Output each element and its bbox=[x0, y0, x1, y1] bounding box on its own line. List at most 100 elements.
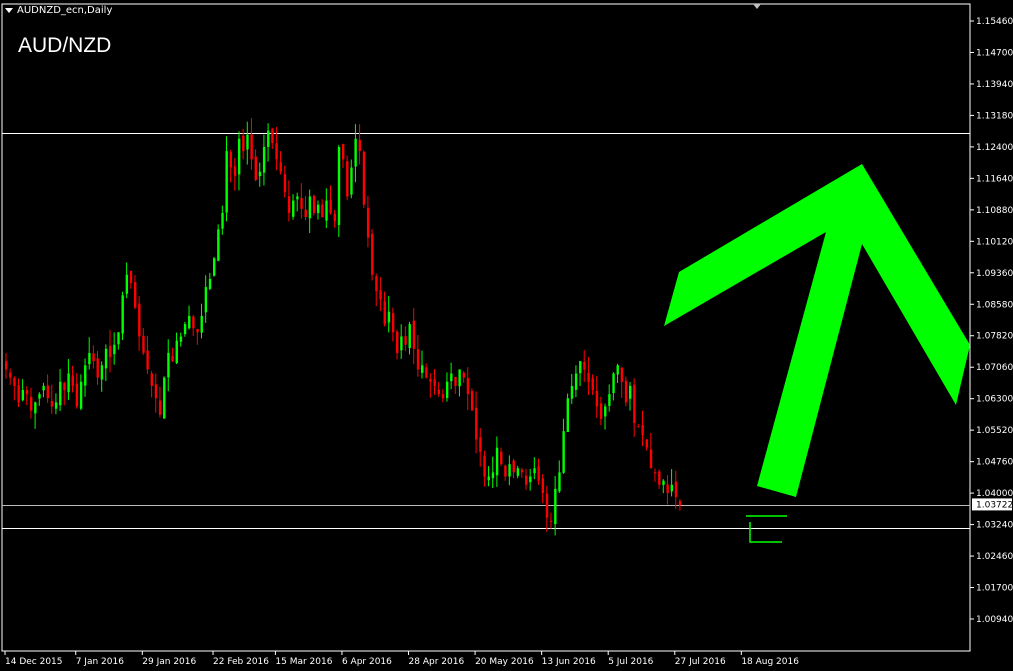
candle bbox=[387, 295, 391, 333]
candle-body bbox=[208, 278, 212, 289]
candle-body bbox=[454, 376, 457, 386]
y-tick-label: 1.14700 bbox=[976, 48, 1013, 58]
dropdown-triangle-icon[interactable] bbox=[5, 7, 13, 13]
candle-body bbox=[242, 135, 245, 152]
candle-body bbox=[321, 204, 324, 218]
candle bbox=[296, 192, 299, 212]
candle-body bbox=[437, 389, 441, 395]
candle bbox=[59, 369, 62, 412]
y-tick-label: 1.01700 bbox=[976, 584, 1013, 594]
candle bbox=[549, 512, 553, 529]
candle-body bbox=[620, 367, 624, 382]
candle bbox=[283, 165, 287, 198]
candle-body bbox=[512, 460, 515, 473]
candle-body bbox=[217, 229, 220, 261]
candle bbox=[599, 396, 603, 426]
candle-body bbox=[125, 274, 129, 294]
candle bbox=[63, 381, 66, 406]
candle bbox=[412, 308, 416, 365]
candle-body bbox=[429, 378, 432, 382]
candle bbox=[520, 467, 524, 478]
symbol-title: AUDNZD_ecn,Daily bbox=[5, 5, 112, 16]
candle bbox=[175, 332, 178, 365]
x-tick-label: 6 Apr 2016 bbox=[342, 657, 392, 667]
y-tick-label: 1.10880 bbox=[976, 206, 1013, 216]
marker-line-lower bbox=[749, 522, 782, 543]
candle-body bbox=[674, 481, 678, 498]
candle-body bbox=[54, 402, 58, 409]
candle bbox=[529, 468, 532, 491]
candle-body bbox=[333, 213, 337, 222]
candle bbox=[445, 372, 449, 402]
candle bbox=[358, 124, 361, 165]
candle bbox=[113, 332, 116, 365]
candle-body bbox=[225, 151, 228, 213]
candle-body bbox=[629, 385, 632, 399]
candle bbox=[221, 205, 224, 235]
candle bbox=[441, 389, 445, 403]
candle bbox=[88, 337, 91, 370]
candle bbox=[645, 439, 649, 451]
candle bbox=[279, 151, 282, 175]
candle-body bbox=[495, 447, 499, 476]
candle-body bbox=[84, 365, 87, 386]
candle-body bbox=[641, 425, 644, 436]
candle bbox=[117, 331, 120, 350]
y-tick-label: 1.02460 bbox=[976, 552, 1013, 562]
y-tick-label: 1.07820 bbox=[976, 332, 1013, 342]
candle bbox=[437, 381, 441, 397]
candle bbox=[591, 374, 594, 395]
candle-body bbox=[325, 200, 328, 221]
candle-body bbox=[579, 361, 582, 374]
candle-body bbox=[104, 348, 108, 369]
candle bbox=[624, 376, 628, 407]
candle-body bbox=[5, 361, 8, 370]
candle bbox=[54, 393, 58, 415]
candle bbox=[287, 180, 291, 222]
candle-body bbox=[154, 384, 158, 399]
candle bbox=[375, 273, 378, 307]
candle bbox=[304, 195, 307, 220]
candle-body bbox=[71, 375, 74, 386]
candle-body bbox=[59, 381, 62, 406]
y-tick-label: 1.05520 bbox=[976, 426, 1013, 436]
candle bbox=[466, 367, 470, 410]
candle-body bbox=[574, 373, 578, 390]
candle-body bbox=[624, 380, 628, 403]
candle bbox=[121, 291, 124, 341]
candle bbox=[678, 498, 682, 511]
candle-body bbox=[113, 344, 116, 355]
candle bbox=[545, 485, 549, 532]
candle bbox=[9, 368, 12, 385]
candle-body bbox=[537, 466, 540, 481]
x-tick-label: 27 Jul 2016 bbox=[675, 657, 726, 667]
candle-body bbox=[466, 378, 470, 395]
candle-body bbox=[525, 475, 528, 485]
candle bbox=[29, 387, 33, 419]
candle-body bbox=[583, 361, 586, 370]
candle bbox=[354, 124, 357, 183]
x-tick-label: 15 Mar 2016 bbox=[275, 657, 332, 667]
candle bbox=[558, 460, 561, 494]
candle-body bbox=[92, 353, 95, 362]
candle-body bbox=[67, 373, 70, 393]
candle bbox=[125, 262, 129, 299]
candle-body bbox=[491, 472, 495, 479]
candle bbox=[250, 117, 253, 170]
candle bbox=[38, 392, 41, 406]
candle-body bbox=[275, 143, 278, 160]
candle-body bbox=[520, 469, 524, 473]
candle bbox=[425, 363, 428, 379]
candle-body bbox=[292, 200, 295, 217]
candle bbox=[79, 374, 83, 411]
candle bbox=[5, 353, 8, 379]
candle bbox=[570, 373, 574, 404]
candle bbox=[450, 362, 453, 390]
candle-body bbox=[38, 394, 41, 399]
candle bbox=[658, 469, 661, 489]
candle bbox=[183, 321, 187, 337]
candle bbox=[629, 381, 632, 411]
candle bbox=[138, 296, 141, 351]
y-tick-label: 1.12400 bbox=[976, 143, 1013, 153]
candle bbox=[329, 185, 332, 215]
